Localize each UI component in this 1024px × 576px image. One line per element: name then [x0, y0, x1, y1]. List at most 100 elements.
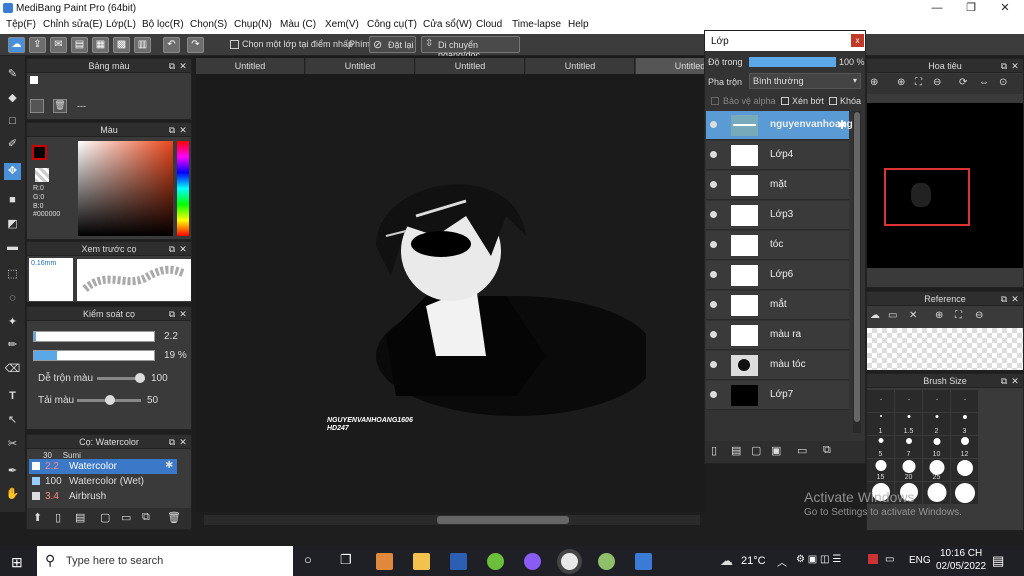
brush-size-option[interactable]: 20	[895, 459, 922, 481]
brush-opacity-value[interactable]: 19 %	[164, 350, 187, 361]
scrollbar-thumb[interactable]	[437, 516, 569, 524]
eraser-tool-icon[interactable]: ◆	[4, 90, 21, 107]
brush-size-option[interactable]: 12	[951, 436, 978, 458]
eye-icon[interactable]	[710, 271, 717, 278]
menu-timelapse[interactable]: Time-lapse	[512, 19, 561, 30]
menu-window[interactable]: Cửa sổ(W)	[423, 19, 472, 30]
folder-icon[interactable]: ▭	[797, 444, 807, 457]
gradient-tool-icon[interactable]: ▬	[4, 239, 21, 256]
brush-size-option[interactable]	[895, 390, 922, 412]
pen-tool-icon[interactable]: ✐	[4, 136, 21, 153]
brush-size-value[interactable]: 2.2	[164, 331, 178, 342]
messenger-icon[interactable]	[524, 553, 541, 570]
fill-rect-tool-icon[interactable]: ■	[4, 192, 21, 209]
brush-size-option[interactable]: 10	[923, 436, 950, 458]
layer-row-selected[interactable]: nguyenvanhoang ✱	[706, 111, 853, 140]
layer-row[interactable]: mắt	[706, 291, 849, 320]
reference-canvas[interactable]	[867, 328, 1023, 370]
popout-icon[interactable]: ⧉	[167, 242, 177, 256]
select-layer-checkbox[interactable]	[230, 40, 239, 49]
medibang-icon[interactable]	[635, 553, 652, 570]
tab-untitled-4[interactable]: Untitled	[526, 58, 635, 74]
tray-icons[interactable]: ⚙ ▣ ◫ ☰	[796, 554, 841, 565]
reset-button[interactable]: ⊘ Đặt lại	[369, 36, 416, 53]
zoom-in-icon[interactable]: ⊕	[935, 310, 943, 321]
brush-tool-icon[interactable]: ✎	[4, 66, 21, 83]
word-icon[interactable]	[450, 553, 467, 570]
menu-view[interactable]: Xem(V)	[325, 19, 359, 30]
brush-opacity-slider[interactable]	[33, 350, 155, 361]
popout-icon[interactable]: ⧉	[167, 435, 177, 449]
page-icon[interactable]: ▦	[92, 37, 109, 53]
rotate-icon[interactable]: ⟳	[959, 77, 967, 88]
comment-icon[interactable]: ✉	[50, 37, 67, 53]
close-panel-icon[interactable]: ✕	[178, 435, 188, 449]
brush-item[interactable]: 100 Watercolor (Wet)	[29, 474, 177, 489]
close-panel-icon[interactable]: ✕	[1010, 292, 1020, 306]
layer-row[interactable]: Lớp6	[706, 261, 849, 290]
layer-row[interactable]: Lớp3	[706, 201, 849, 230]
canvas-area[interactable]: NGUYENVANHOANG1606 HD247	[196, 56, 706, 525]
tab-untitled-2[interactable]: Untitled	[306, 58, 415, 74]
fit-icon[interactable]: ⛶	[955, 310, 962, 321]
navigator-preview[interactable]	[867, 103, 1023, 268]
zoom-out-icon[interactable]: ⊖	[975, 310, 983, 321]
popout-icon[interactable]: ⧉	[167, 59, 177, 73]
brush-size-option[interactable]	[951, 482, 978, 504]
blend-mode-select[interactable]: Bình thường ▾	[749, 73, 861, 89]
protect-alpha-checkbox[interactable]	[711, 97, 719, 105]
brush-size-option[interactable]: 1	[867, 413, 894, 435]
popout-icon[interactable]: ⧉	[999, 374, 1009, 388]
copy-brush-icon[interactable]: ▢	[100, 511, 110, 524]
menu-select[interactable]: Chọn(S)	[190, 19, 227, 30]
minimize-button[interactable]: —	[920, 0, 954, 17]
popout-icon[interactable]: ⧉	[999, 59, 1009, 73]
zoom-in-icon[interactable]: ⊕	[870, 77, 878, 88]
task-view-icon[interactable]: ❐	[340, 552, 352, 568]
menu-file[interactable]: Tệp(F)	[6, 19, 36, 30]
brush-size-option[interactable]: 15	[867, 459, 894, 481]
eyedropper-tool-icon[interactable]: ✒	[4, 463, 21, 480]
brush-size-option[interactable]	[867, 390, 894, 412]
language-indicator[interactable]: ENG	[909, 555, 931, 566]
layer-row[interactable]: Lớp4	[706, 141, 849, 170]
transparent-color[interactable]	[35, 168, 49, 182]
lock-checkbox[interactable]	[829, 97, 837, 105]
bucket-tool-icon[interactable]: ◩	[4, 216, 21, 233]
delete-palette-icon[interactable]: 🗑	[53, 99, 67, 113]
new-layer-icon[interactable]: ▯	[711, 444, 717, 457]
popout-icon[interactable]: ⧉	[999, 292, 1009, 306]
popout-icon[interactable]: ⧉	[167, 307, 177, 321]
cloud-icon[interactable]: ☁	[8, 37, 25, 53]
text-tool-icon[interactable]: T	[4, 388, 21, 405]
hue-slider[interactable]	[177, 141, 189, 236]
brush-size-option[interactable]: 2	[923, 413, 950, 435]
new-palette-icon[interactable]	[30, 99, 44, 113]
menu-cloud[interactable]: Cloud	[476, 19, 502, 30]
layer-row[interactable]: mặt	[706, 171, 849, 200]
viewport-frame[interactable]	[884, 168, 970, 226]
popout-icon[interactable]: ⧉	[167, 123, 177, 137]
close-panel-icon[interactable]: ✕	[178, 123, 188, 137]
close-icon[interactable]: ✕	[909, 310, 917, 321]
gear-icon[interactable]: ✱	[837, 118, 847, 132]
zoom-in-icon[interactable]: ⊕	[897, 77, 905, 88]
select-eraser-icon[interactable]: ⌫	[4, 361, 21, 378]
game-icon[interactable]	[487, 553, 504, 570]
close-panel-icon[interactable]: ✕	[178, 59, 188, 73]
brush-size-option[interactable]: 5	[867, 436, 894, 458]
close-button[interactable]: ✕	[988, 0, 1022, 17]
brush-size-slider[interactable]	[33, 331, 155, 342]
move-button[interactable]: ⇳ Di chuyển ngang/dọc	[421, 36, 520, 60]
grid2-icon[interactable]: ▥	[134, 37, 151, 53]
eye-icon[interactable]	[710, 301, 717, 308]
brush-size-option[interactable]	[951, 459, 978, 481]
tab-untitled-3[interactable]: Untitled	[416, 58, 525, 74]
color-picker-square[interactable]	[78, 141, 173, 236]
chrome-icon[interactable]	[561, 553, 578, 570]
new-halftone-layer-icon[interactable]: ▤	[731, 444, 741, 457]
operation-tool-icon[interactable]: ↖	[4, 412, 21, 429]
brush-item[interactable]: 3.4 Airbrush	[29, 489, 177, 504]
brush-size-option[interactable]	[923, 390, 950, 412]
trash-icon[interactable]: 🗑	[167, 511, 181, 524]
